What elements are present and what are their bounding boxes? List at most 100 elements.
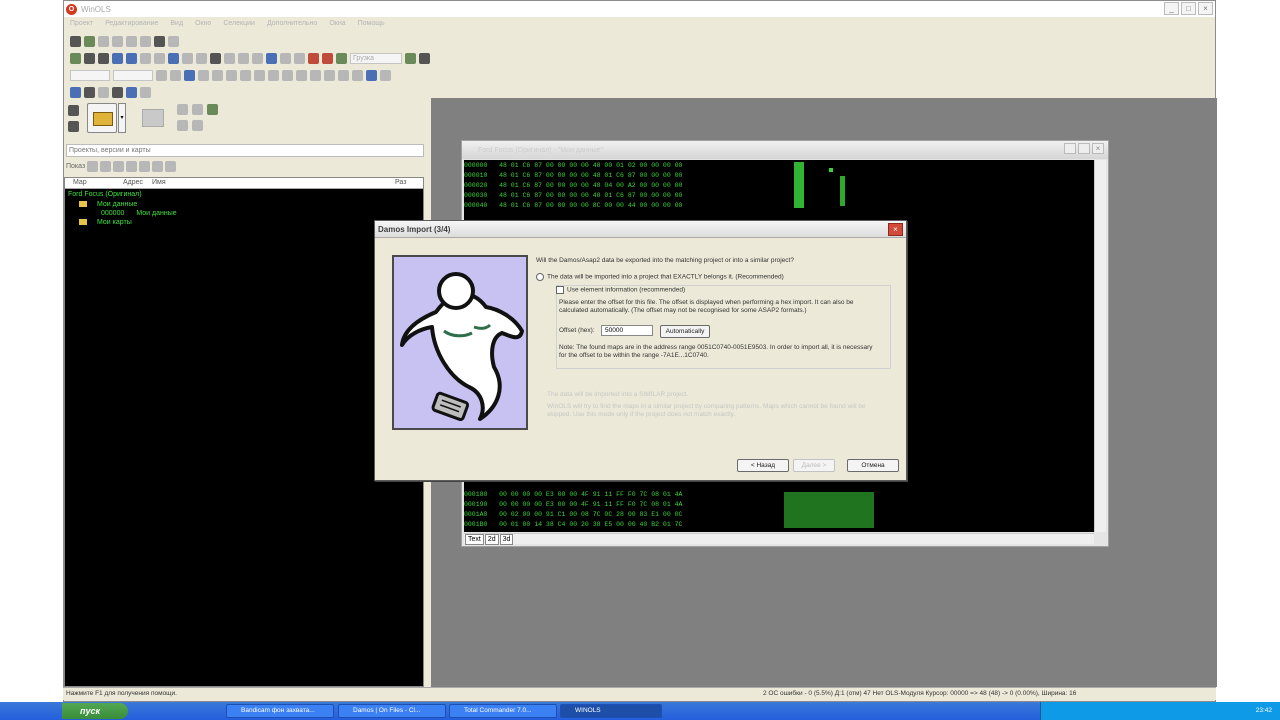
print-icon[interactable] — [84, 52, 95, 64]
tree-item[interactable]: Мои карты — [79, 218, 132, 228]
tool-icon[interactable] — [98, 86, 109, 98]
open-dropdown-chevron-icon[interactable]: ▾ — [118, 103, 126, 133]
tab-3d[interactable]: 3d — [499, 534, 514, 545]
menu-edit[interactable]: Редактирование — [105, 18, 158, 30]
tool-icon[interactable] — [380, 69, 391, 81]
tool-icon[interactable] — [126, 52, 137, 64]
menu-project[interactable]: Проект — [70, 18, 93, 30]
tool-icon[interactable] — [338, 69, 349, 81]
dialog-close-button[interactable]: × — [888, 223, 903, 236]
tool-icon[interactable] — [98, 52, 109, 64]
open-project-button[interactable] — [87, 103, 117, 133]
tool-icon[interactable] — [240, 69, 251, 81]
tool-icon[interactable] — [126, 161, 138, 172]
tool-icon[interactable] — [224, 52, 235, 64]
maximize-button[interactable]: □ — [1181, 2, 1196, 15]
tool-icon[interactable] — [70, 35, 81, 47]
tool-icon[interactable] — [126, 86, 137, 98]
task-damos[interactable]: Damos | On Files - Cl... — [338, 704, 446, 718]
menu-window[interactable]: Окно — [195, 18, 211, 30]
tool-icon[interactable] — [336, 52, 347, 64]
minimize-button[interactable]: _ — [1164, 2, 1179, 15]
tool-icon[interactable] — [100, 161, 112, 172]
cancel-button[interactable]: Отмена — [847, 459, 899, 472]
tool-icon[interactable] — [152, 161, 164, 172]
map-list[interactable]: Map Адрес Имя Раз Ford Focus (Оригинал) … — [64, 177, 424, 687]
tool-icon[interactable] — [84, 86, 95, 98]
tool-icon[interactable] — [192, 120, 203, 131]
tool-icon[interactable] — [98, 35, 109, 47]
horizontal-scrollbar[interactable]: Text 2d 3d — [464, 533, 1094, 545]
tool-icon[interactable] — [177, 104, 188, 115]
column-header[interactable]: Адрес — [123, 179, 143, 186]
menu-selection[interactable]: Селекции — [223, 18, 255, 30]
save-icon[interactable] — [68, 121, 79, 132]
tool-icon[interactable] — [70, 86, 81, 98]
tool-icon[interactable] — [165, 161, 177, 172]
tool-icon[interactable] — [405, 52, 416, 64]
back-button[interactable]: < Назад — [737, 459, 789, 472]
tool-icon[interactable] — [126, 35, 137, 47]
tool-icon[interactable] — [156, 69, 167, 81]
tool-icon[interactable] — [84, 35, 95, 47]
clock[interactable]: 23:42 — [1256, 707, 1272, 714]
close-button[interactable]: × — [1198, 2, 1213, 15]
width-combo[interactable] — [113, 69, 153, 81]
new-icon[interactable] — [68, 105, 79, 116]
tool-icon[interactable] — [238, 52, 249, 64]
task-bandicam[interactable]: Bandicam фон захвата... — [226, 704, 334, 718]
use-element-info-checkbox[interactable]: Use element information (recommended) — [556, 286, 886, 295]
search-icon[interactable] — [210, 52, 221, 64]
tool-icon[interactable] — [139, 161, 151, 172]
menu-extra[interactable]: Дополнительно — [267, 18, 317, 30]
tool-icon[interactable] — [112, 86, 123, 98]
format-combo[interactable] — [70, 69, 110, 81]
tool-icon[interactable] — [112, 35, 123, 47]
tool-icon[interactable] — [154, 52, 165, 64]
help-icon[interactable] — [419, 52, 430, 64]
tool-icon[interactable] — [212, 69, 223, 81]
tool-icon[interactable] — [177, 120, 188, 131]
tool-icon[interactable] — [366, 69, 377, 81]
tool-icon[interactable] — [113, 161, 125, 172]
tool-icon[interactable] — [112, 52, 123, 64]
option-exact-radio[interactable]: The data will be imported into a project… — [536, 273, 896, 282]
tool-icon[interactable] — [322, 52, 333, 64]
tool-icon[interactable] — [140, 52, 151, 64]
folder-icon[interactable] — [142, 109, 164, 127]
maximize-button[interactable] — [1078, 143, 1090, 154]
tool-icon[interactable] — [252, 52, 263, 64]
option-similar-radio[interactable]: The data will be imported into a SIMILAR… — [547, 391, 887, 399]
tool-icon[interactable] — [140, 35, 151, 47]
tool-icon[interactable] — [182, 52, 193, 64]
automatically-button[interactable]: Automatically — [660, 325, 710, 338]
tree-item[interactable]: Ford Focus (Оригинал) — [68, 190, 142, 200]
zoom-combo[interactable]: Грузка — [350, 52, 402, 64]
tool-icon[interactable] — [168, 52, 179, 64]
vertical-scrollbar[interactable] — [1094, 160, 1106, 532]
offset-input[interactable]: 50000 — [601, 325, 653, 336]
task-total-commander[interactable]: Total Commander 7.0... — [449, 704, 557, 718]
tool-icon[interactable] — [170, 69, 181, 81]
tool-icon[interactable] — [254, 69, 265, 81]
tool-icon[interactable] — [70, 52, 81, 64]
tool-icon[interactable] — [294, 52, 305, 64]
projects-combo[interactable]: Проекты, версии и карты — [66, 144, 424, 157]
menu-help[interactable]: Помощь — [358, 18, 385, 30]
tool-icon[interactable] — [296, 69, 307, 81]
tool-icon[interactable] — [207, 104, 218, 115]
column-header[interactable]: Раз — [395, 179, 406, 186]
minimize-button[interactable] — [1064, 143, 1076, 154]
tab-text[interactable]: Text — [465, 534, 484, 545]
column-header[interactable]: Map — [73, 179, 87, 186]
tool-icon[interactable] — [168, 35, 179, 47]
tool-icon[interactable] — [140, 86, 151, 98]
tool-icon[interactable] — [154, 35, 165, 47]
column-header[interactable]: Имя — [152, 179, 166, 186]
tool-icon[interactable] — [268, 69, 279, 81]
tool-icon[interactable] — [198, 69, 209, 81]
tool-icon[interactable] — [308, 52, 319, 64]
tool-icon[interactable] — [324, 69, 335, 81]
tool-icon[interactable] — [282, 69, 293, 81]
tool-icon[interactable] — [87, 161, 99, 172]
